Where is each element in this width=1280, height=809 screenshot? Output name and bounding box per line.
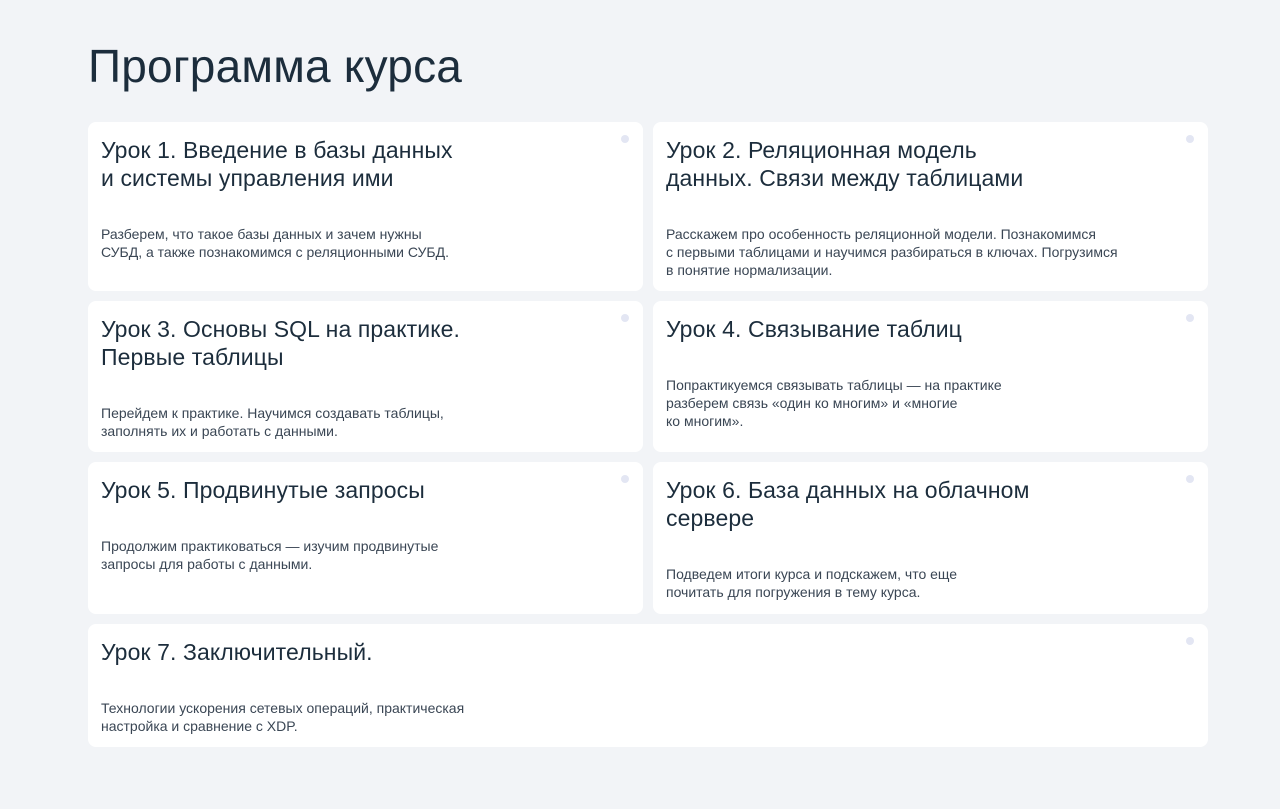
lesson-title: Урок 1. Введение в базы данных и системы… — [101, 137, 453, 191]
lesson-card-6[interactable]: Урок 6. База данных на облачном сервере … — [653, 462, 1208, 614]
dot-icon — [1186, 314, 1194, 322]
page-title: Программа курса — [88, 40, 463, 92]
dot-icon — [621, 314, 629, 322]
lesson-description: Попрактикуемся связывать таблицы — на пр… — [666, 377, 1002, 429]
lesson-title: Урок 7. Заключительный. — [101, 639, 373, 665]
lesson-card-4[interactable]: Урок 4. Связывание таблиц Попрактикуемся… — [653, 301, 1208, 452]
lesson-title: Урок 6. База данных на облачном сервере — [666, 477, 1030, 531]
dot-icon — [1186, 135, 1194, 143]
lesson-card-2[interactable]: Урок 2. Реляционная модель данных. Связи… — [653, 122, 1208, 291]
dot-icon — [621, 475, 629, 483]
lesson-title: Урок 2. Реляционная модель данных. Связи… — [666, 137, 1024, 191]
dot-icon — [621, 135, 629, 143]
dot-icon — [1186, 475, 1194, 483]
dot-icon — [1186, 637, 1194, 645]
lesson-description: Технологии ускорения сетевых операций, п… — [101, 700, 465, 734]
lesson-title: Урок 5. Продвинутые запросы — [101, 477, 425, 503]
lesson-description: Подведем итоги курса и подскажем, что ещ… — [666, 566, 958, 600]
lesson-description: Разберем, что такое базы данных и зачем … — [101, 226, 449, 260]
lesson-description: Перейдем к практике. Научимся создавать … — [101, 405, 444, 439]
lesson-title: Урок 3. Основы SQL на практике. Первые т… — [101, 316, 460, 370]
lesson-title: Урок 4. Связывание таблиц — [666, 316, 962, 342]
lesson-description: Расскажем про особенность реляционной мо… — [666, 226, 1118, 278]
lesson-card-3[interactable]: Урок 3. Основы SQL на практике. Первые т… — [88, 301, 643, 452]
lesson-card-7[interactable]: Урок 7. Заключительный. Технологии ускор… — [88, 624, 1208, 747]
lesson-card-1[interactable]: Урок 1. Введение в базы данных и системы… — [88, 122, 643, 291]
lesson-description: Продолжим практиковаться — изучим продви… — [101, 538, 439, 572]
lesson-card-5[interactable]: Урок 5. Продвинутые запросы Продолжим пр… — [88, 462, 643, 614]
